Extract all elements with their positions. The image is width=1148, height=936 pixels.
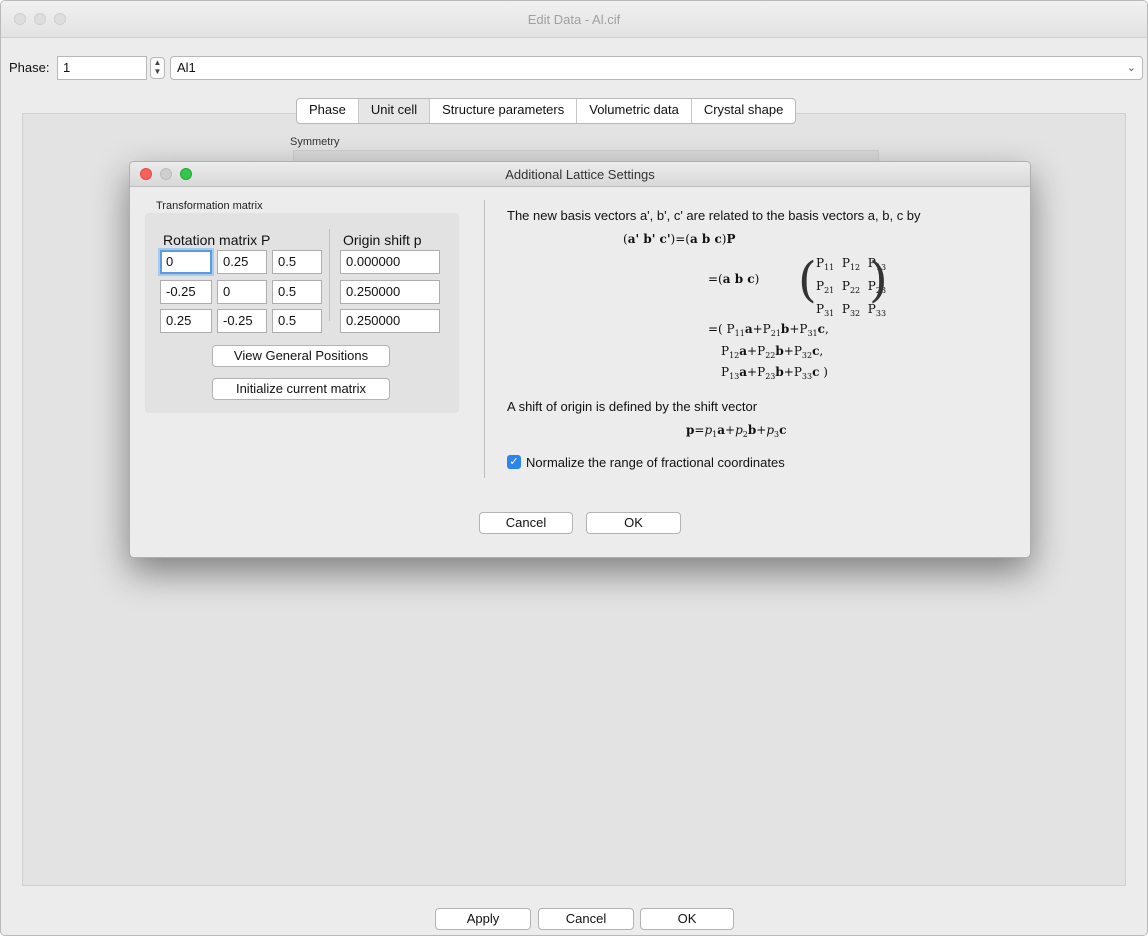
title-bar: Edit Data - Al.cif — [1, 1, 1147, 38]
equation-line-1: (a' b' c')=(a b c)P — [623, 232, 736, 246]
origin-cell-2[interactable]: 0.250000 — [340, 280, 440, 304]
shift-equation: p=p1a+p2b+p3c — [686, 423, 787, 439]
window-title: Edit Data - Al.cif — [527, 12, 621, 27]
phase-name-select[interactable]: Al1 ⌄ — [170, 56, 1143, 80]
normalize-checkbox[interactable]: ✓ — [507, 455, 521, 469]
apply-button[interactable]: Apply — [435, 908, 531, 930]
transformation-matrix-label: Transformation matrix — [156, 200, 263, 212]
rotation-cell-1-3[interactable]: 0.5 — [272, 250, 322, 274]
tab-volumetric-data[interactable]: Volumetric data — [577, 99, 692, 123]
origin-shift-header: Origin shift p — [343, 232, 422, 248]
rotation-cell-3-1[interactable]: 0.25 — [160, 309, 212, 333]
shift-description: A shift of origin is defined by the shif… — [507, 399, 758, 414]
basis-description: The new basis vectors a', b', c' are rel… — [507, 208, 921, 223]
dialog-divider — [484, 200, 485, 478]
normalize-label: Normalize the range of fractional coordi… — [526, 455, 785, 470]
origin-cell-1[interactable]: 0.000000 — [340, 250, 440, 274]
dialog-cancel-button[interactable]: Cancel — [479, 512, 573, 534]
tab-unit-cell[interactable]: Unit cell — [358, 99, 431, 123]
phase-label: Phase: — [9, 60, 50, 75]
equation-line-4: P12a+P22b+P32c, — [721, 344, 824, 360]
equation-line-3: =( P11a+P21b+P31c, — [708, 322, 829, 338]
rotation-cell-3-2[interactable]: -0.25 — [217, 309, 267, 333]
initialize-matrix-button[interactable]: Initialize current matrix — [212, 378, 390, 400]
tab-bar: Phase Unit cell Structure parameters Vol… — [296, 98, 797, 124]
origin-cell-3[interactable]: 0.250000 — [340, 309, 440, 333]
dialog-title-bar: Additional Lattice Settings — [130, 162, 1030, 187]
view-general-positions-button[interactable]: View General Positions — [212, 345, 390, 367]
rotation-cell-3-3[interactable]: 0.5 — [272, 309, 322, 333]
matrix-right-paren: ) — [869, 252, 888, 308]
tab-structure-parameters[interactable]: Structure parameters — [430, 99, 578, 123]
column-separator — [329, 229, 330, 321]
rotation-matrix-header: Rotation matrix P — [163, 232, 271, 248]
equation-line-5: P13a+P23b+P33c ) — [721, 365, 828, 381]
footer-ok-button[interactable]: OK — [640, 908, 734, 930]
lattice-settings-dialog: Additional Lattice Settings Transformati… — [129, 161, 1031, 558]
chevron-down-icon: ⌄ — [1126, 62, 1136, 74]
rotation-cell-2-2[interactable]: 0 — [217, 280, 267, 304]
dialog-title: Additional Lattice Settings — [505, 167, 655, 182]
phase-name-value: Al1 — [177, 60, 196, 75]
rotation-cell-1-1[interactable]: 0 — [160, 250, 212, 274]
matrix-left-paren: ( — [798, 252, 817, 308]
rotation-cell-2-1[interactable]: -0.25 — [160, 280, 212, 304]
rotation-cell-2-3[interactable]: 0.5 — [272, 280, 322, 304]
phase-stepper[interactable]: ▲ ▼ — [150, 57, 165, 79]
phase-number-field[interactable]: 1 — [57, 56, 147, 80]
rotation-cell-1-2[interactable]: 0.25 — [217, 250, 267, 274]
tab-crystal-shape[interactable]: Crystal shape — [692, 99, 795, 123]
dialog-ok-button[interactable]: OK — [586, 512, 681, 534]
symmetry-label: Symmetry — [290, 136, 340, 148]
footer-cancel-button[interactable]: Cancel — [538, 908, 634, 930]
equation-line-2-prefix: =(a b c) — [708, 272, 760, 286]
tab-phase[interactable]: Phase — [297, 99, 359, 123]
